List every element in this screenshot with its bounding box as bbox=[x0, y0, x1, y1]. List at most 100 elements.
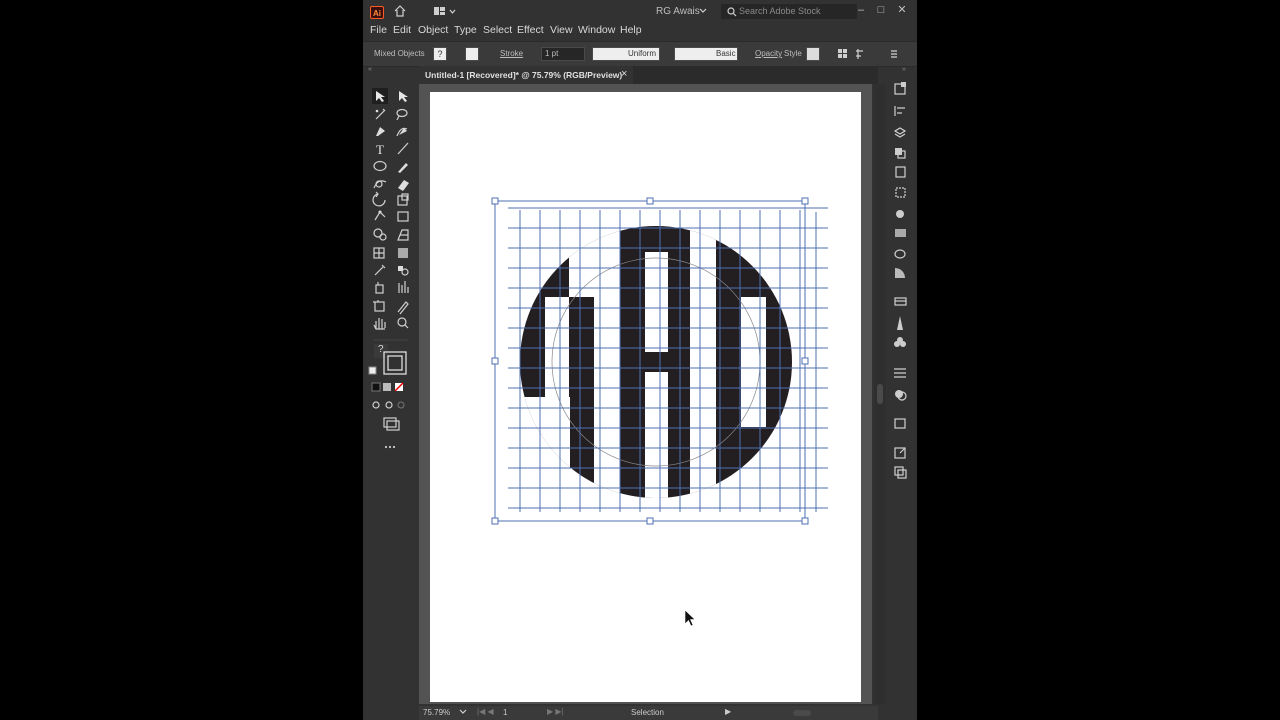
document-tab[interactable]: Untitled-1 [Recovered]* @ 75.79% (RGB/Pr… bbox=[419, 66, 633, 84]
artboard-nav-first-icon[interactable]: |◀ ◀ bbox=[477, 707, 494, 716]
menu-object[interactable]: Object bbox=[418, 24, 448, 36]
column-graph-tool-icon[interactable] bbox=[398, 281, 409, 293]
horizontal-scrollbar[interactable] bbox=[737, 709, 865, 717]
swatches-panel-icon[interactable] bbox=[894, 297, 907, 306]
shaper-tool-icon[interactable] bbox=[373, 180, 387, 189]
close-window-button[interactable]: ✕ bbox=[896, 4, 908, 16]
stroke-swatch[interactable] bbox=[465, 47, 479, 61]
scroll-thumb[interactable] bbox=[877, 384, 883, 404]
zoom-level[interactable]: 75.79% bbox=[423, 708, 450, 717]
artboard-number[interactable]: 1 bbox=[503, 708, 507, 717]
graphic-style-swatch[interactable] bbox=[806, 47, 820, 61]
more-tools-icon[interactable] bbox=[384, 445, 396, 449]
menu-help[interactable]: Help bbox=[620, 24, 642, 36]
screen-mode-icon[interactable] bbox=[383, 417, 400, 431]
vertical-scrollbar[interactable] bbox=[874, 84, 886, 704]
curvature-tool-icon[interactable] bbox=[396, 127, 408, 137]
user-name[interactable]: RG Awais bbox=[656, 6, 700, 17]
mesh-tool-icon[interactable] bbox=[373, 247, 385, 259]
menu-window[interactable]: Window bbox=[578, 24, 615, 36]
free-transform-tool-icon[interactable] bbox=[397, 211, 409, 222]
shape-builder-tool-icon[interactable] bbox=[373, 228, 387, 241]
pathfinder-panel-icon[interactable] bbox=[895, 148, 906, 159]
eyedropper-tool-icon[interactable] bbox=[374, 264, 386, 276]
menu-view[interactable]: View bbox=[550, 24, 573, 36]
workspace-switcher-icon[interactable] bbox=[433, 5, 459, 18]
color-panel-icon[interactable] bbox=[894, 249, 906, 259]
layers-panel-icon[interactable] bbox=[893, 127, 907, 138]
transparency-panel-icon[interactable] bbox=[895, 390, 907, 401]
pen-tool-icon[interactable] bbox=[376, 127, 385, 136]
document-tab-bar: Untitled-1 [Recovered]* @ 75.79% (RGB/Pr… bbox=[419, 66, 878, 84]
illustrator-window: Ai RG Awais Search Adobe Stock – □ ✕ Fil… bbox=[363, 0, 917, 720]
control-bar-icons[interactable] bbox=[837, 48, 897, 60]
color-guide-panel-icon[interactable] bbox=[895, 268, 905, 278]
transform-panel-icon[interactable] bbox=[895, 187, 906, 198]
slice-tool-icon[interactable] bbox=[397, 301, 409, 315]
fill-swatch[interactable]: ? bbox=[433, 47, 447, 61]
puppet-warp-tool-icon[interactable] bbox=[374, 210, 386, 221]
paintbrush-tool-icon[interactable] bbox=[398, 163, 408, 173]
menu-effect[interactable]: Effect bbox=[517, 24, 544, 36]
properties-panel-icon[interactable] bbox=[894, 82, 906, 95]
export-panel-icon[interactable] bbox=[894, 418, 906, 429]
menu-bar: File Edit Object Type Select Effect View… bbox=[363, 22, 917, 40]
chevron-down-icon[interactable] bbox=[698, 6, 708, 16]
hand-tool-icon[interactable] bbox=[373, 318, 386, 330]
appearance-panel-icon[interactable] bbox=[896, 210, 904, 218]
scale-tool-icon[interactable] bbox=[397, 193, 409, 206]
opacity-label[interactable]: Opacity bbox=[755, 49, 782, 58]
brushes-panel-icon[interactable] bbox=[897, 316, 903, 330]
perspective-grid-tool-icon[interactable] bbox=[397, 229, 409, 241]
eraser-tool-icon[interactable] bbox=[398, 180, 409, 191]
menu-type[interactable]: Type bbox=[454, 24, 477, 36]
selection-tool-icon[interactable] bbox=[372, 88, 388, 104]
zoom-dropdown-chevron-down-icon[interactable] bbox=[459, 708, 467, 716]
menu-select[interactable]: Select bbox=[483, 24, 512, 36]
color-mode-buttons[interactable] bbox=[371, 382, 404, 392]
menu-file[interactable]: File bbox=[370, 24, 387, 36]
stroke-weight-value: 1 pt bbox=[545, 49, 559, 58]
artwork-canvas[interactable] bbox=[430, 92, 861, 702]
search-icon bbox=[727, 7, 737, 17]
zoom-tool-icon[interactable] bbox=[397, 317, 409, 329]
stroke-panel-icon[interactable] bbox=[894, 368, 906, 378]
current-tool-label: Selection bbox=[631, 708, 664, 717]
artboards-panel-icon[interactable] bbox=[894, 466, 907, 479]
artboard-tool-icon[interactable] bbox=[373, 300, 385, 312]
minimize-button[interactable]: – bbox=[855, 4, 867, 16]
type-tool-icon[interactable]: T bbox=[376, 142, 384, 157]
drawing-modes-icon[interactable] bbox=[372, 401, 405, 409]
panel-collapse-arrows[interactable]: « bbox=[368, 66, 378, 74]
gradient-panel-icon[interactable] bbox=[895, 229, 906, 237]
fill-stroke-control[interactable] bbox=[368, 344, 407, 375]
gradient-tool-icon[interactable] bbox=[398, 248, 408, 258]
monogram-sad-artwork[interactable] bbox=[520, 222, 792, 507]
align-panel-icon[interactable] bbox=[894, 106, 905, 116]
direct-selection-tool-icon[interactable] bbox=[399, 91, 408, 102]
ellipse-tool-icon[interactable] bbox=[373, 160, 387, 172]
lasso-tool-icon[interactable] bbox=[396, 108, 408, 121]
control-bar: Mixed Objects ? Stroke 1 pt Uniform Basi… bbox=[363, 41, 917, 67]
home-icon[interactable] bbox=[393, 4, 407, 18]
maximize-button[interactable]: □ bbox=[875, 4, 887, 16]
symbol-sprayer-tool-icon[interactable] bbox=[375, 282, 384, 294]
symbols-panel-icon[interactable] bbox=[894, 337, 906, 347]
links-panel-icon[interactable] bbox=[894, 447, 906, 459]
artboard[interactable] bbox=[430, 92, 861, 702]
stroke-label[interactable]: Stroke bbox=[500, 49, 523, 58]
rotate-tool-icon[interactable] bbox=[372, 191, 386, 207]
magic-wand-tool-icon[interactable] bbox=[375, 108, 386, 120]
status-menu-arrow-icon[interactable]: ▶ bbox=[725, 707, 731, 716]
libraries-panel-icon[interactable] bbox=[895, 166, 906, 178]
panel-collapse-arrows-right[interactable]: » bbox=[902, 66, 912, 74]
artboard-nav-next-icon[interactable]: ▶ ▶| bbox=[547, 707, 564, 716]
blend-tool-icon[interactable] bbox=[398, 266, 409, 276]
stock-search-input[interactable]: Search Adobe Stock bbox=[721, 4, 857, 19]
horizontal-scroll-thumb[interactable] bbox=[793, 710, 811, 716]
line-segment-tool-icon[interactable] bbox=[397, 142, 409, 155]
document-title: Untitled-1 [Recovered]* @ 75.79% (RGB/Pr… bbox=[425, 70, 623, 80]
menu-edit[interactable]: Edit bbox=[393, 24, 411, 36]
brush-value: Basic bbox=[716, 49, 736, 58]
close-tab-button[interactable]: × bbox=[621, 68, 627, 80]
